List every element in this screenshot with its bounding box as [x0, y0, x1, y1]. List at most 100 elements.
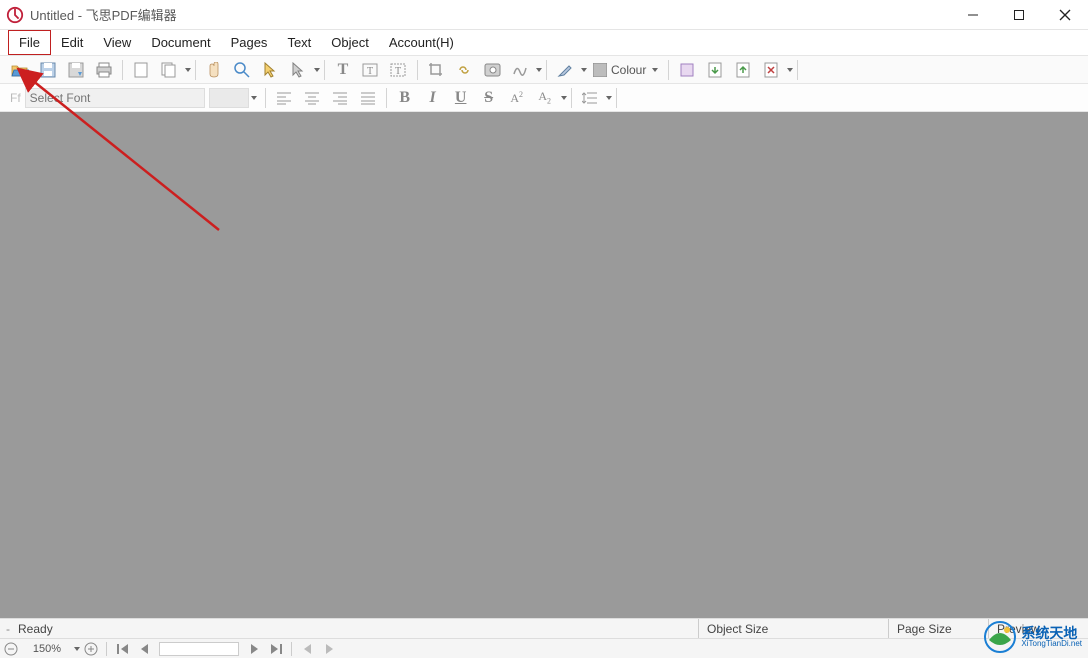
prev-page-button[interactable]	[134, 640, 154, 658]
status-bar: - Ready Object Size Page Size Preview	[0, 618, 1088, 638]
underline-button[interactable]: U	[449, 87, 473, 109]
zoom-in-button[interactable]	[81, 640, 101, 658]
maximize-button[interactable]	[996, 0, 1042, 29]
watermark: 系统天地 XiTongTianDi.net	[983, 620, 1082, 654]
toolbar-separator	[122, 60, 123, 80]
select-tool-button[interactable]	[258, 59, 282, 81]
align-justify-button[interactable]	[356, 87, 380, 109]
toolbar-separator	[265, 88, 266, 108]
zoom-out-button[interactable]	[1, 640, 21, 658]
watermark-text: 系统天地	[1021, 626, 1082, 640]
toolbar-separator	[668, 60, 669, 80]
watermark-subtext: XiTongTianDi.net	[1021, 640, 1082, 648]
window-title: Untitled - 飞思PDF编辑器	[30, 5, 950, 24]
main-toolbar: T T T Colour	[0, 56, 1088, 84]
dropdown-icon[interactable]	[536, 68, 542, 72]
page-tool-button[interactable]	[129, 59, 153, 81]
toolbar-separator	[324, 60, 325, 80]
dropdown-icon	[652, 68, 658, 72]
title-bar: Untitled - 飞思PDF编辑器	[0, 0, 1088, 30]
toolbar-separator	[546, 60, 547, 80]
toolbar-separator	[386, 88, 387, 108]
document-canvas[interactable]	[0, 112, 1088, 618]
dropdown-icon[interactable]	[606, 96, 612, 100]
strikethrough-button[interactable]: S	[477, 87, 501, 109]
page-number-input[interactable]	[159, 642, 239, 656]
nav-forward-button[interactable]	[319, 640, 339, 658]
dropdown-icon[interactable]	[74, 647, 80, 651]
delete-page-button[interactable]	[759, 59, 783, 81]
italic-button[interactable]: I	[421, 87, 445, 109]
dropdown-icon[interactable]	[185, 68, 191, 72]
menu-pages[interactable]: Pages	[221, 30, 278, 55]
close-button[interactable]	[1042, 0, 1088, 29]
window-controls	[950, 0, 1088, 29]
text-box-button[interactable]: T	[359, 59, 383, 81]
toolbar-separator	[571, 88, 572, 108]
save-button[interactable]	[36, 59, 60, 81]
menu-file[interactable]: File	[8, 30, 51, 55]
align-right-button[interactable]	[328, 87, 352, 109]
brush-tool-button[interactable]	[553, 59, 577, 81]
colour-button[interactable]: Colour	[587, 59, 664, 81]
text-tool-button[interactable]: T	[331, 59, 355, 81]
colour-swatch-icon	[593, 63, 607, 77]
status-object-size: Object Size	[698, 619, 888, 638]
next-page-button[interactable]	[244, 640, 264, 658]
print-button[interactable]	[92, 59, 116, 81]
crop-tool-button[interactable]	[424, 59, 448, 81]
nav-separator	[106, 642, 107, 656]
status-page-size: Page Size	[888, 619, 988, 638]
toolbar-separator	[616, 88, 617, 108]
edit-tool-button[interactable]	[286, 59, 310, 81]
menu-document[interactable]: Document	[141, 30, 220, 55]
svg-text:T: T	[367, 66, 373, 77]
dropdown-icon[interactable]	[787, 68, 793, 72]
pages-tool-button[interactable]	[157, 59, 181, 81]
font-select-input[interactable]	[25, 88, 205, 108]
font-family-icon: Ff	[10, 91, 21, 105]
align-left-button[interactable]	[272, 87, 296, 109]
last-page-button[interactable]	[266, 640, 286, 658]
link-tool-button[interactable]	[452, 59, 476, 81]
menu-text[interactable]: Text	[277, 30, 321, 55]
status-ready: Ready	[10, 622, 61, 636]
menu-view[interactable]: View	[93, 30, 141, 55]
hand-tool-button[interactable]	[202, 59, 226, 81]
open-button[interactable]	[8, 59, 32, 81]
nav-separator	[291, 642, 292, 656]
bold-button[interactable]: B	[393, 87, 417, 109]
dropdown-icon[interactable]	[251, 96, 257, 100]
shape-tool-button[interactable]	[508, 59, 532, 81]
toolbar-separator	[195, 60, 196, 80]
menu-object[interactable]: Object	[321, 30, 379, 55]
dropdown-icon[interactable]	[314, 68, 320, 72]
format-toolbar: Ff B I U S A2 A2	[0, 84, 1088, 112]
colour-label: Colour	[611, 63, 646, 77]
dropdown-icon[interactable]	[561, 96, 567, 100]
text-frame-button[interactable]: T	[387, 59, 411, 81]
superscript-button[interactable]: A2	[505, 87, 529, 109]
extract-button[interactable]	[703, 59, 727, 81]
line-spacing-button[interactable]	[578, 87, 602, 109]
menu-edit[interactable]: Edit	[51, 30, 93, 55]
toolbar-separator	[797, 60, 798, 80]
nav-back-button[interactable]	[297, 640, 317, 658]
watermark-logo-icon	[983, 620, 1017, 654]
font-size-input[interactable]	[209, 88, 249, 108]
subscript-button[interactable]: A2	[533, 87, 557, 109]
attach-button[interactable]	[675, 59, 699, 81]
align-center-button[interactable]	[300, 87, 324, 109]
first-page-button[interactable]	[112, 640, 132, 658]
minimize-button[interactable]	[950, 0, 996, 29]
app-icon	[6, 6, 24, 24]
toolbar-separator	[417, 60, 418, 80]
image-tool-button[interactable]	[480, 59, 504, 81]
save-as-button[interactable]	[64, 59, 88, 81]
zoom-level[interactable]: 150%	[22, 643, 72, 655]
insert-button[interactable]	[731, 59, 755, 81]
menu-account[interactable]: Account(H)	[379, 30, 464, 55]
menu-bar: File Edit View Document Pages Text Objec…	[0, 30, 1088, 56]
zoom-tool-button[interactable]	[230, 59, 254, 81]
nav-bar: 150%	[0, 638, 1088, 658]
